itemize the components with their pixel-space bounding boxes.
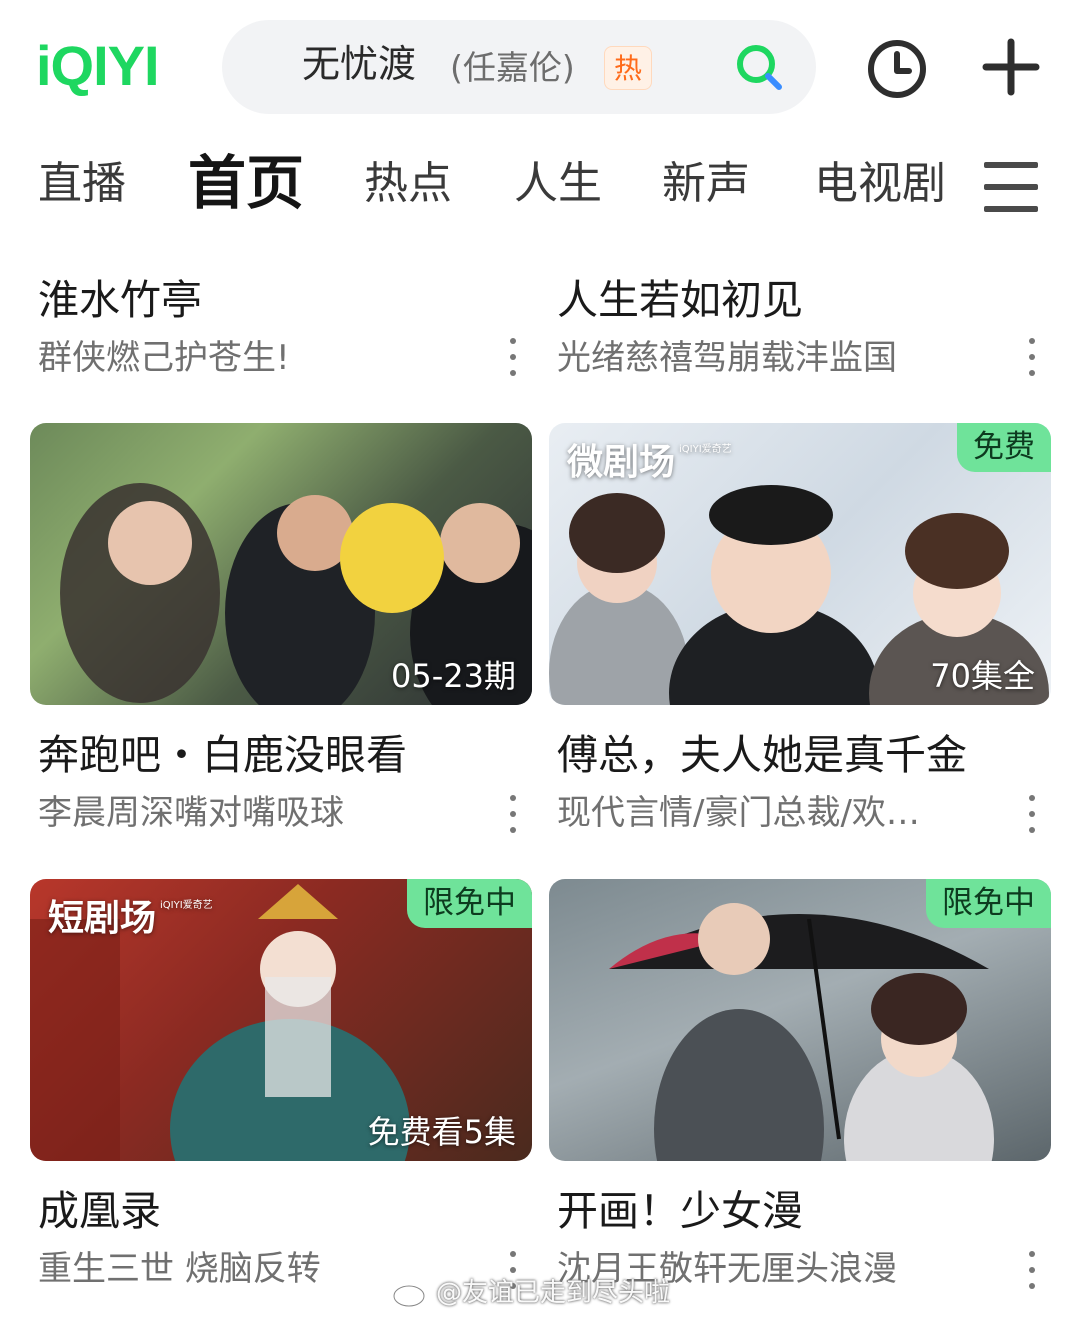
card-subtitle: 现代言情/豪门总裁/欢… [557, 795, 920, 833]
video-card[interactable]: 短剧场 iQIYI爱奇艺 限免中 免费看5集 成凰录 重生三世 烧脑反转 [30, 879, 532, 1299]
video-thumbnail[interactable]: 微剧场 iQIYI爱奇艺 免费 70集全 [549, 423, 1051, 705]
more-icon[interactable] [1027, 1251, 1037, 1291]
tab-tv-series[interactable]: 电视剧 [814, 160, 946, 208]
search-box[interactable]: 无忧渡 (任嘉伦) 热 [222, 20, 816, 114]
episode-label: 05-23期 [391, 656, 516, 695]
clock-icon[interactable] [866, 38, 928, 100]
iqiyi-logo[interactable]: iQIYI [36, 38, 160, 94]
hot-tag: 热 [604, 46, 652, 90]
item-title: 人生若如初见 [557, 276, 803, 324]
video-thumbnail[interactable]: 05-23期 [30, 423, 532, 705]
more-icon[interactable] [1027, 338, 1037, 378]
search-icon[interactable] [734, 42, 784, 92]
tab-live[interactable]: 直播 [38, 159, 126, 208]
free-episodes-label: 免费看5集 [367, 1112, 516, 1151]
tab-hot[interactable]: 热点 [364, 159, 452, 208]
feed-item[interactable]: 淮水竹亭 群侠燃己护苍生! [30, 272, 532, 392]
more-icon[interactable] [1027, 795, 1037, 835]
search-query: 无忧渡 [302, 42, 417, 86]
card-title: 傅总，夫人她是真千金 [557, 731, 967, 779]
weibo-icon [392, 1284, 426, 1308]
item-title: 淮水竹亭 [38, 276, 202, 324]
video-thumbnail[interactable]: 短剧场 iQIYI爱奇艺 限免中 免费看5集 [30, 879, 532, 1161]
limited-free-badge: 限免中 [926, 879, 1051, 929]
more-icon[interactable] [508, 338, 518, 378]
brand-label: 微剧场 iQIYI爱奇艺 [567, 442, 732, 483]
watermark-text: @友谊已走到尽头啦 [436, 1278, 671, 1308]
tab-home[interactable]: 首页 [188, 151, 304, 216]
episode-label: 70集全 [930, 656, 1035, 695]
video-thumbnail[interactable]: 限免中 [549, 879, 1051, 1161]
card-title: 开画！少女漫 [557, 1187, 803, 1235]
menu-icon[interactable] [984, 162, 1038, 214]
category-tabs: 直播 首页 热点 人生 新声 电视剧 [0, 150, 1079, 230]
item-subtitle: 群侠燃己护苍生! [38, 340, 290, 378]
video-card[interactable]: 限免中 开画！少女漫 沈月王敬轩无厘头浪漫 [549, 879, 1051, 1299]
video-card[interactable]: 微剧场 iQIYI爱奇艺 免费 70集全 傅总，夫人她是真千金 现代言情/豪门总裁… [549, 423, 1051, 843]
brand-label: 短剧场 iQIYI爱奇艺 [48, 898, 213, 939]
feed-item[interactable]: 人生若如初见 光绪慈禧驾崩载沣监国 [549, 272, 1051, 392]
free-badge: 免费 [957, 423, 1051, 473]
card-title: 成凰录 [38, 1187, 161, 1235]
card-title: 奔跑吧・白鹿没眼看 [38, 731, 407, 779]
plus-icon[interactable] [982, 38, 1040, 96]
tab-life[interactable]: 人生 [514, 159, 602, 208]
tab-new-voice[interactable]: 新声 [662, 159, 750, 208]
item-subtitle: 光绪慈禧驾崩载沣监国 [557, 340, 897, 378]
limited-free-badge: 限免中 [407, 879, 532, 929]
top-bar: iQIYI 无忧渡 (任嘉伦) 热 [0, 0, 1079, 130]
search-query-sub: (任嘉伦) [450, 48, 575, 87]
video-card[interactable]: 05-23期 奔跑吧・白鹿没眼看 李晨周深嘴对嘴吸球 [30, 423, 532, 843]
more-icon[interactable] [508, 795, 518, 835]
card-subtitle: 李晨周深嘴对嘴吸球 [38, 795, 344, 833]
